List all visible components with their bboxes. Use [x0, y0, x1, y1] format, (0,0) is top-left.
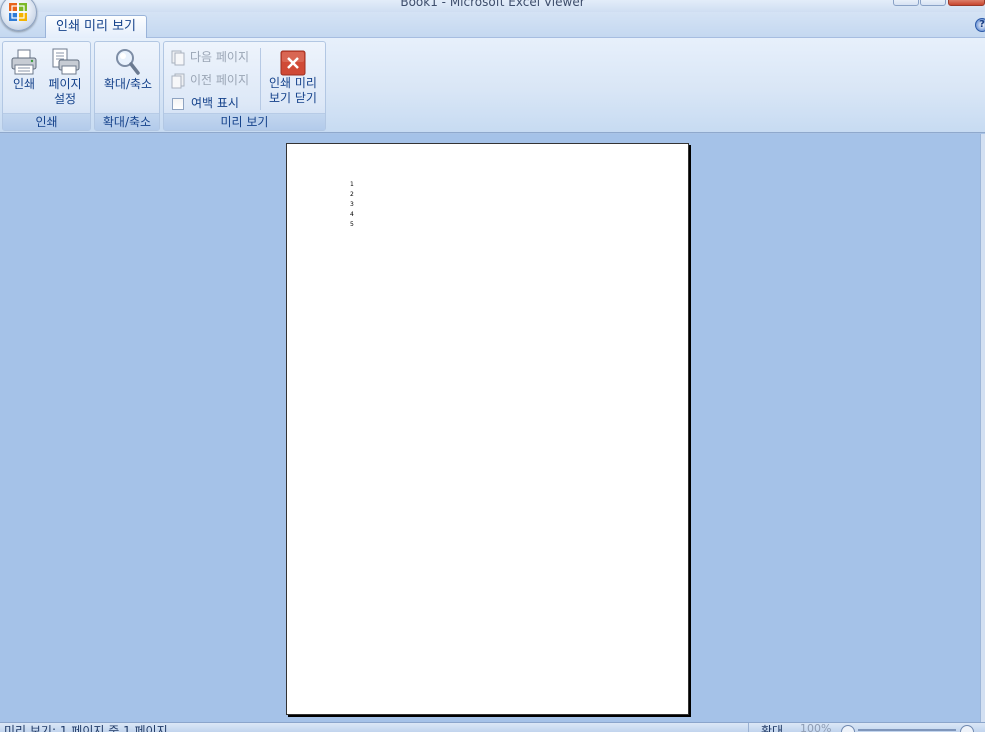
show-margins-label: 여백 표시 [191, 96, 239, 110]
group-separator [260, 48, 261, 110]
minimize-button[interactable] [893, 0, 919, 6]
cell-value: 1 [350, 181, 354, 188]
window-title: Book1 - Microsoft Excel Viewer [400, 0, 585, 9]
zoom-button[interactable]: 확대/축소 [97, 47, 159, 92]
preview-workspace: 1 2 3 4 5 [0, 134, 985, 722]
close-preview-label-2: 보기 닫기 [269, 91, 317, 105]
preview-group-label: 미리 보기 [164, 113, 325, 130]
office-logo-icon [9, 3, 27, 21]
zoom-in-button[interactable] [960, 725, 974, 732]
status-divider [748, 723, 749, 732]
zoom-slider[interactable] [858, 729, 956, 731]
prev-page-button[interactable]: 이전 페이지 [170, 70, 249, 90]
close-print-preview-button[interactable]: 인쇄 미리 보기 닫기 [263, 50, 323, 106]
print-group: 인쇄 페이지 설정 인쇄 [2, 41, 91, 131]
magnifier-icon [116, 49, 140, 75]
page-setup-label-1: 페이지 [48, 77, 82, 91]
cell-value: 4 [350, 211, 354, 218]
status-page-text: 미리 보기: 1 페이지 중 1 페이지 [4, 724, 168, 732]
cell-values-list: 1 2 3 4 5 [350, 180, 354, 230]
title-bar: Book1 - Microsoft Excel Viewer [0, 0, 985, 12]
next-page-button[interactable]: 다음 페이지 [170, 47, 249, 67]
print-group-label: 인쇄 [3, 113, 90, 130]
preview-page: 1 2 3 4 5 [286, 143, 689, 715]
preview-group: 다음 페이지 이전 페이지 여백 표시 인쇄 미리 보기 닫기 미리 보기 [163, 41, 326, 131]
prev-page-label: 이전 페이지 [190, 73, 250, 87]
ribbon: 인쇄 페이지 설정 인쇄 확대/축소 확대/축소 다음 페이지 이전 페이지 여… [0, 38, 985, 133]
close-preview-label-1: 인쇄 미리 [269, 76, 317, 90]
tab-print-preview[interactable]: 인쇄 미리 보기 [45, 15, 147, 39]
zoom-out-button[interactable] [841, 725, 855, 732]
page-setup-label-2: 설정 [53, 92, 77, 106]
page-setup-button[interactable]: 페이지 설정 [43, 47, 87, 107]
zoom-group: 확대/축소 확대/축소 [94, 41, 160, 131]
print-button-label: 인쇄 [12, 77, 36, 91]
status-bar: 미리 보기: 1 페이지 중 1 페이지 확대 100% [0, 722, 985, 732]
zoom-group-label: 확대/축소 [95, 113, 159, 130]
cell-value: 3 [350, 201, 354, 208]
zoom-label: 확대 [761, 724, 784, 732]
next-page-icon [171, 50, 185, 65]
page-setup-icon [52, 48, 80, 75]
close-x-icon [280, 50, 306, 76]
cell-value: 2 [350, 191, 354, 198]
print-button[interactable]: 인쇄 [7, 47, 41, 92]
maximize-button[interactable] [920, 0, 946, 6]
cell-value: 5 [350, 221, 354, 228]
prev-page-icon [171, 73, 185, 88]
ribbon-tab-strip: 인쇄 미리 보기 ? [0, 12, 985, 39]
excel-viewer-window: Book1 - Microsoft Excel Viewer 인쇄 미리 보기 … [0, 0, 985, 732]
vertical-scrollbar[interactable] [980, 134, 985, 722]
show-margins-checkbox[interactable] [172, 97, 184, 110]
window-close-button[interactable] [948, 0, 985, 6]
printer-icon [11, 49, 37, 75]
help-icon[interactable]: ? [975, 18, 985, 32]
show-margins-option: 여백 표시 [170, 93, 239, 113]
next-page-label: 다음 페이지 [190, 50, 250, 64]
zoom-button-label: 확대/축소 [103, 77, 153, 91]
zoom-level: 100% [800, 722, 832, 732]
